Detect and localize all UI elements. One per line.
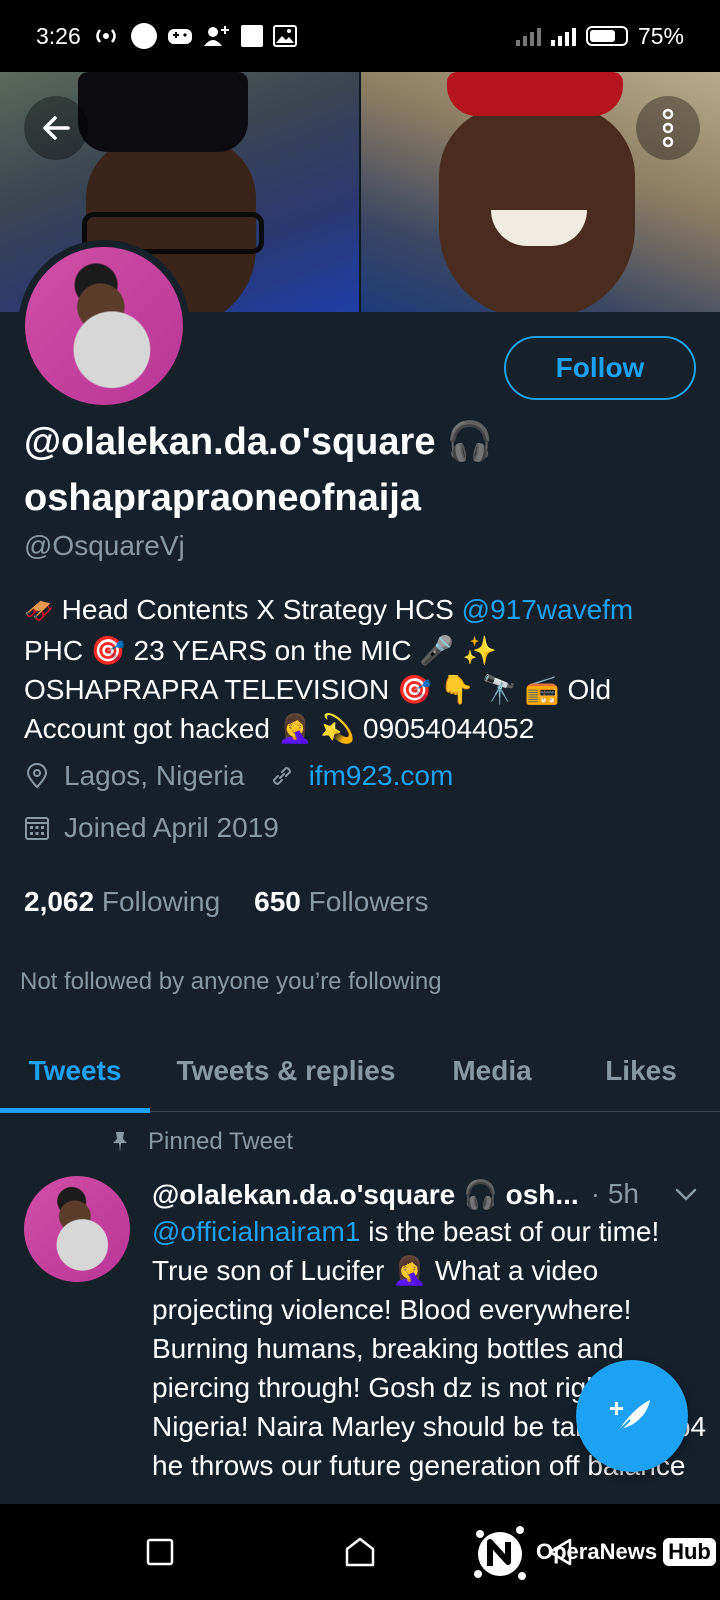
- profile-website-link[interactable]: ifm923.com: [309, 760, 454, 792]
- pinned-indicator: Pinned Tweet: [108, 1128, 293, 1156]
- battery-icon: [585, 26, 628, 46]
- gamepad-icon: [167, 29, 192, 44]
- profile-tabs: Tweets Tweets & replies Media Likes: [0, 1030, 720, 1113]
- bio-line4: Account got hacked 🤦‍♀️ 💫 09054044052: [24, 713, 535, 744]
- tab-tweets-replies[interactable]: Tweets & replies: [150, 1030, 422, 1112]
- watermark-hub: Hub: [663, 1538, 716, 1566]
- status-bar: 3:26 75%: [0, 0, 720, 72]
- home-icon: [345, 1537, 375, 1567]
- profile-handle: @OsquareVj: [24, 530, 185, 561]
- bio-line1: Head Contents X Strategy HCS: [53, 594, 462, 625]
- tweet-header: @olalekan.da.o'square 🎧 osh... · 5h: [152, 1174, 700, 1214]
- profile-meta-row: Lagos, Nigeria ifm923.com: [24, 760, 453, 792]
- profile-bio: 🛷 Head Contents X Strategy HCS @917wavef…: [24, 590, 704, 748]
- profile-location: Lagos, Nigeria: [64, 760, 245, 791]
- tab-likes[interactable]: Likes: [562, 1030, 720, 1112]
- profile-joined: Joined April 2019: [64, 812, 279, 843]
- watermark-brand: OperaNews: [536, 1539, 658, 1564]
- display-name: @olalekan.da.o'square 🎧 oshaprapraoneofn…: [24, 421, 494, 519]
- square-icon: [146, 1538, 174, 1566]
- chevron-down-icon[interactable]: [672, 1180, 700, 1208]
- sled-emoji-icon: 🛷: [24, 597, 54, 625]
- compose-tweet-button[interactable]: [576, 1360, 688, 1472]
- more-vertical-icon: [662, 108, 674, 148]
- bio-mention-link[interactable]: @917wavefm: [462, 594, 634, 625]
- home-button[interactable]: [336, 1528, 384, 1576]
- followers-count: 650: [254, 886, 301, 917]
- not-followed-note: Not followed by anyone you’re following: [20, 968, 442, 995]
- pinned-label: Pinned Tweet: [148, 1128, 293, 1155]
- follow-button[interactable]: Follow: [504, 336, 696, 400]
- add-user-icon: [203, 26, 229, 46]
- signal-1-icon: [515, 26, 541, 46]
- calendar-icon: [25, 817, 49, 840]
- gallery-icon: [272, 25, 297, 47]
- operanews-logo-icon: [474, 1526, 526, 1580]
- notification-dot-icon: [130, 23, 157, 49]
- back-button[interactable]: [24, 96, 88, 160]
- followers-stat[interactable]: 650 Followers: [254, 886, 428, 918]
- operanews-watermark: OperaNews Hub: [468, 1514, 716, 1590]
- link-icon: [272, 766, 291, 786]
- following-label: Following: [101, 886, 221, 917]
- tweet-mention-link[interactable]: @officialnairam1: [152, 1216, 360, 1247]
- compose-feather-icon: [610, 1400, 650, 1433]
- tab-media[interactable]: Media: [422, 1030, 562, 1112]
- bio-line2: PHC 🎯 23 YEARS on the MIC 🎤 ✨: [24, 635, 497, 666]
- following-count: 2,062: [24, 886, 95, 917]
- tweet-author-name[interactable]: @olalekan.da.o'square 🎧 osh...: [152, 1178, 579, 1211]
- arrow-left-icon: [43, 116, 70, 140]
- profile-avatar[interactable]: [18, 240, 190, 412]
- location-pin-icon: [26, 763, 48, 789]
- recents-button[interactable]: [136, 1528, 184, 1576]
- profile-joined-row: Joined April 2019: [24, 812, 279, 844]
- battery-percent: 75%: [637, 22, 684, 49]
- more-options-button[interactable]: [636, 96, 700, 160]
- tweet-time: · 5h: [590, 1178, 639, 1209]
- tab-tweets[interactable]: Tweets: [0, 1030, 150, 1113]
- bio-line3: OSHAPRAPRA TELEVISION 🎯 👇 🔭 📻 Old: [24, 674, 612, 705]
- follow-stats: 2,062 Following 650 Followers: [24, 886, 428, 918]
- following-stat[interactable]: 2,062 Following: [24, 886, 220, 918]
- followers-label: Followers: [308, 886, 429, 917]
- hotspot-icon: [96, 29, 116, 43]
- signal-2-icon: [550, 26, 576, 46]
- status-time: 3:26: [36, 22, 81, 49]
- pin-icon: [113, 1132, 127, 1152]
- app-notification-icon: [240, 25, 263, 47]
- tweet-author-avatar[interactable]: [24, 1176, 130, 1282]
